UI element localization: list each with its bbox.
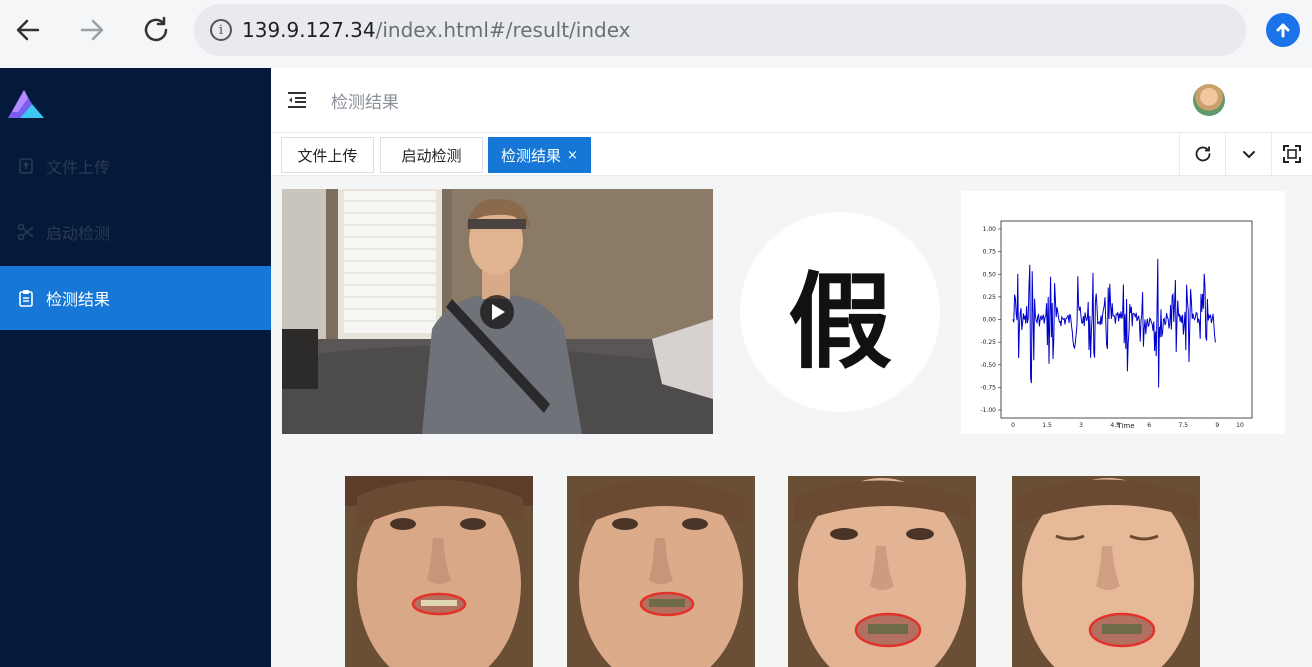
y-tick-label: -1.00 — [980, 407, 996, 414]
video-frame — [282, 189, 713, 434]
browser-toolbar: i 139.9.127.34/index.html#/result/index — [0, 0, 1312, 68]
y-tick-label: -0.75 — [980, 384, 996, 391]
video-player[interactable] — [282, 189, 713, 434]
waveform-chart: 1.00 0.75 0.50 0.25 0.00 -0.25 -0.50 -0.75 -1.00… — [961, 191, 1285, 434]
x-tick-label: 7.5 — [1178, 422, 1188, 429]
tabs-bar: 文件上传 启动检测 检测结果 × — [271, 132, 1312, 176]
face-frame-3[interactable] — [788, 476, 976, 667]
tab-upload[interactable]: 文件上传 — [281, 137, 374, 173]
x-tick-label: 6 — [1147, 422, 1151, 429]
face-image — [1012, 476, 1200, 667]
refresh-icon — [1195, 146, 1210, 162]
sidebar: 文件上传 启动检测 检测结果 — [0, 68, 271, 667]
x-tick-label: 9 — [1215, 422, 1219, 429]
scissors-icon — [16, 222, 36, 242]
sidebar-item-result[interactable]: 检测结果 — [0, 266, 271, 330]
forward-button[interactable] — [72, 10, 112, 50]
tab-label: 文件上传 — [297, 146, 358, 165]
tab-label: 启动检测 — [401, 146, 462, 165]
address-bar[interactable]: i 139.9.127.34/index.html#/result/index — [194, 4, 1246, 56]
url-host: 139.9.127.34 — [242, 18, 376, 42]
verdict-text: 假 — [787, 260, 892, 383]
sidebar-item-upload[interactable]: 文件上传 — [0, 134, 271, 198]
y-tick-label: -0.50 — [980, 362, 996, 369]
tab-dropdown-button[interactable] — [1225, 133, 1271, 175]
arrow-right-icon — [80, 19, 104, 41]
y-tick-label: 0.50 — [983, 271, 997, 278]
face-image — [788, 476, 976, 667]
breadcrumb: 检测结果 — [331, 93, 399, 113]
x-tick-label: 1.5 — [1042, 422, 1052, 429]
avatar[interactable] — [1193, 84, 1225, 116]
fullscreen-button[interactable] — [1271, 133, 1312, 175]
face-frame-2[interactable] — [567, 476, 755, 667]
reload-icon — [144, 16, 168, 42]
tab-result[interactable]: 检测结果 × — [488, 137, 591, 173]
face-image — [345, 476, 533, 667]
face-image — [567, 476, 755, 667]
waveform-svg: 1.00 0.75 0.50 0.25 0.00 -0.25 -0.50 -0.75 -1.00… — [980, 220, 1253, 430]
arrow-up-circle-icon — [1276, 23, 1290, 38]
y-tick-label: -0.25 — [980, 339, 996, 346]
face-frame-4[interactable] — [1012, 476, 1200, 667]
site-info-icon[interactable]: i — [210, 19, 232, 41]
x-tick-label: 0 — [1011, 422, 1015, 429]
fullscreen-icon — [1283, 145, 1301, 163]
tab-label: 检测结果 — [501, 146, 562, 165]
x-tick-label: 10 — [1236, 422, 1244, 429]
url-path: /index.html#/result/index — [375, 18, 631, 42]
upload-file-icon — [16, 156, 36, 176]
arrow-left-icon — [16, 19, 40, 41]
verdict-badge: 假 — [740, 212, 940, 412]
x-tick-label: 3 — [1079, 422, 1083, 429]
reload-button[interactable] — [136, 10, 176, 50]
result-content: 假 1.00 0.75 0.50 0.25 0.00 -0.25 -0.50 -0.75 -1.… — [271, 176, 1312, 667]
sidebar-item-detect[interactable]: 启动检测 — [0, 200, 271, 264]
y-tick-label: 0.75 — [983, 249, 997, 256]
app-header: 检测结果 — [271, 68, 1312, 132]
y-tick-label: 1.00 — [983, 226, 997, 233]
chevron-down-icon — [1242, 151, 1255, 159]
update-button[interactable] — [1266, 13, 1300, 47]
sidebar-item-label: 文件上传 — [46, 158, 111, 177]
refresh-tab-button[interactable] — [1179, 133, 1225, 175]
menu-fold-icon[interactable] — [287, 92, 307, 108]
y-tick-label: 0.25 — [983, 294, 997, 301]
tab-close-icon[interactable]: × — [567, 148, 578, 163]
sidebar-item-label: 检测结果 — [46, 290, 111, 309]
app-logo — [8, 90, 44, 118]
tab-detect[interactable]: 启动检测 — [380, 137, 483, 173]
clipboard-icon — [16, 288, 36, 308]
x-axis-label: Time — [1116, 422, 1134, 430]
sidebar-item-label: 启动检测 — [46, 224, 111, 243]
face-frame-1[interactable] — [345, 476, 533, 667]
back-button[interactable] — [8, 10, 48, 50]
y-tick-label: 0.00 — [983, 317, 997, 324]
